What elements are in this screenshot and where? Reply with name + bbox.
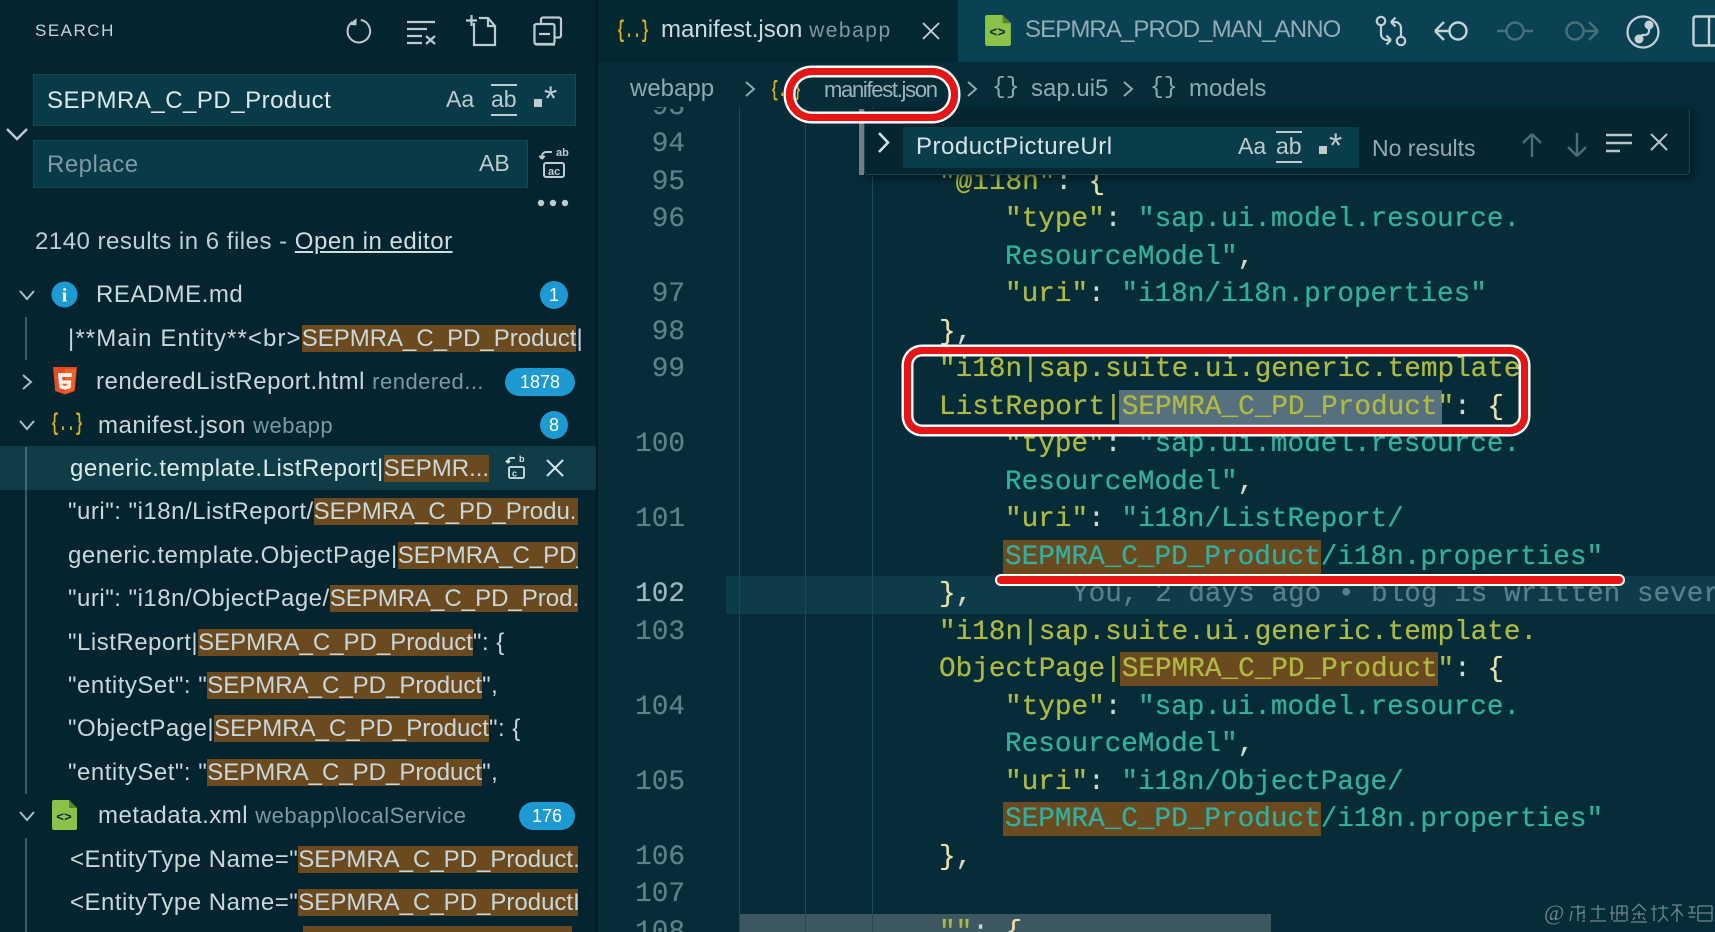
svg-text:b: b	[519, 454, 525, 464]
svg-text:ac: ac	[548, 166, 560, 178]
svg-text:ab: ab	[556, 147, 569, 159]
svg-text:<>: <>	[56, 810, 72, 825]
svg-text:c: c	[512, 468, 517, 478]
svg-text:@: @	[1544, 901, 1564, 925]
svg-text:<>: <>	[989, 27, 1005, 42]
svg-text:{..}: {..}	[51, 411, 83, 437]
svg-text:i: i	[62, 285, 67, 306]
svg-text:{..}: {..}	[617, 18, 649, 44]
